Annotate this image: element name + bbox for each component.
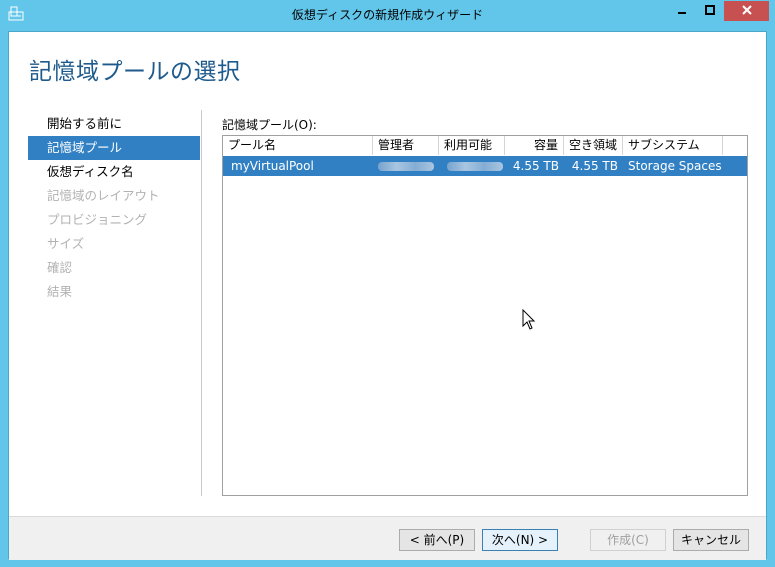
- wizard-content: 記憶域プールの選択 開始する前に 記憶域プール 仮想ディスク名 記憶域のレイアウ…: [8, 31, 767, 560]
- cell-subsystem: Storage Spaces: [628, 159, 722, 173]
- nav-item-virtual-disk-name[interactable]: 仮想ディスク名: [28, 160, 200, 184]
- close-icon: [741, 4, 753, 19]
- maximize-icon: [704, 4, 716, 19]
- column-header-capacity[interactable]: 容量: [505, 136, 564, 155]
- button-bar: < 前へ(P) 次へ(N) > 作成(C) キャンセル: [9, 516, 766, 560]
- minimize-icon: [676, 4, 688, 19]
- cell-free-space: 4.55 TB: [571, 159, 618, 173]
- maximize-button[interactable]: [696, 1, 723, 21]
- minimize-button[interactable]: [668, 1, 695, 21]
- page-title: 記憶域プールの選択: [29, 59, 241, 85]
- cancel-button[interactable]: キャンセル: [673, 529, 749, 551]
- cell-pool-name: myVirtualPool: [231, 159, 314, 173]
- cell-admin-redacted: [378, 162, 434, 171]
- wizard-window: 仮想ディスクの新規作成ウィザード 記憶域プールの選択 開始する前に 記憶域プール: [0, 0, 775, 567]
- nav-item-size: サイズ: [47, 236, 85, 251]
- column-header-subsystem[interactable]: サブシステム: [623, 136, 723, 155]
- nav-divider: [201, 110, 202, 496]
- column-header-available[interactable]: 利用可能: [439, 136, 505, 155]
- column-header-admin[interactable]: 管理者: [373, 136, 439, 155]
- column-header-free-space[interactable]: 空き領域: [564, 136, 623, 155]
- nav-item-provisioning: プロビジョニング: [47, 212, 148, 227]
- wizard-step-nav: 開始する前に 記憶域プール 仮想ディスク名 記憶域のレイアウト プロビジョニング…: [28, 112, 200, 304]
- nav-item-before-you-begin[interactable]: 開始する前に: [28, 112, 200, 136]
- table-row[interactable]: myVirtualPool 4.55 TB 4.55 TB Storage Sp…: [223, 156, 747, 176]
- previous-button[interactable]: < 前へ(P): [399, 529, 475, 551]
- next-button[interactable]: 次へ(N) >: [482, 529, 558, 551]
- title-bar[interactable]: 仮想ディスクの新規作成ウィザード: [0, 0, 775, 30]
- mouse-cursor-icon: [522, 308, 536, 331]
- column-header-pool-name[interactable]: プール名: [223, 136, 373, 155]
- pool-list-label: 記憶域プール(O):: [222, 118, 317, 132]
- list-header: プール名 管理者 利用可能 容量 空き領域 サブシステム: [223, 136, 747, 155]
- nav-item-storage-pool[interactable]: 記憶域プール: [28, 136, 200, 160]
- window-title: 仮想ディスクの新規作成ウィザード: [291, 8, 484, 22]
- nav-item-storage-layout: 記憶域のレイアウト: [47, 188, 160, 203]
- storage-pool-list[interactable]: プール名 管理者 利用可能 容量 空き領域 サブシステム myVirtualPo…: [222, 135, 748, 496]
- cell-capacity: 4.55 TB: [512, 159, 559, 173]
- nav-item-confirmation: 確認: [47, 260, 73, 275]
- cell-available-redacted: [447, 162, 503, 171]
- create-button: 作成(C): [590, 529, 666, 551]
- nav-item-results: 結果: [47, 284, 73, 299]
- close-button[interactable]: [724, 1, 769, 21]
